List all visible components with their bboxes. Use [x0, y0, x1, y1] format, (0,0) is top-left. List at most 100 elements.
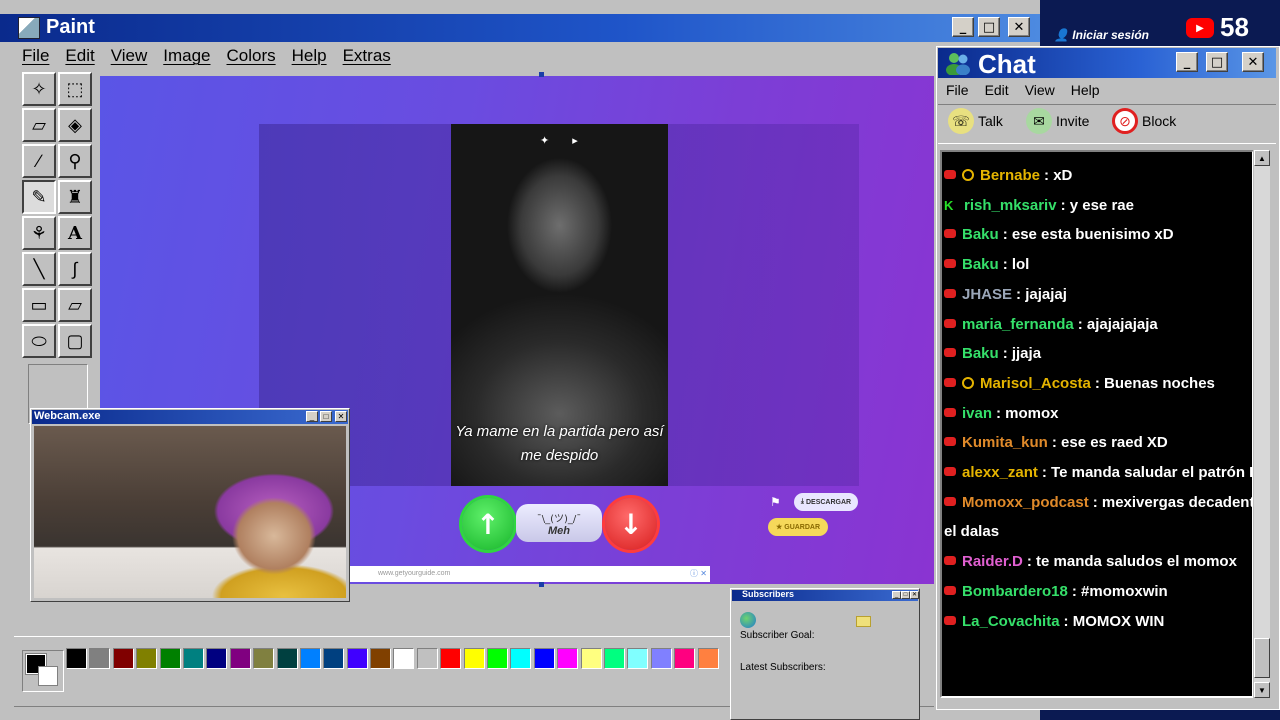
eraser-icon[interactable]: ▱: [22, 108, 56, 142]
scroll-up-icon[interactable]: ▲: [1254, 150, 1270, 166]
chat-username[interactable]: ivan: [962, 405, 992, 422]
subscribers-title-bar[interactable]: Subscribers: [732, 589, 918, 601]
color-swatch[interactable]: [346, 648, 368, 669]
chat-username[interactable]: Baku: [962, 345, 999, 362]
color-swatch[interactable]: [136, 648, 158, 669]
rect-select-icon[interactable]: ⬚: [58, 72, 92, 106]
talk-button[interactable]: ☏ Talk: [948, 108, 1003, 134]
subs-maximize-button[interactable]: □: [901, 591, 910, 599]
brush-icon[interactable]: ♜: [58, 180, 92, 214]
chat-username[interactable]: maria_fernanda: [962, 316, 1074, 333]
color-swatch[interactable]: [557, 648, 579, 669]
color-swatch[interactable]: [533, 648, 555, 669]
folder-icon[interactable]: [856, 616, 871, 627]
chat-username[interactable]: Bernabe: [980, 167, 1040, 184]
menu-extras[interactable]: Extras: [335, 46, 399, 66]
webcam-minimize-button[interactable]: _: [306, 411, 318, 422]
color-swatch[interactable]: [393, 648, 415, 669]
subs-close-button[interactable]: ✕: [910, 591, 919, 599]
color-swatch[interactable]: [463, 648, 485, 669]
color-swatch[interactable]: [650, 648, 672, 669]
scroll-down-icon[interactable]: ▼: [1254, 682, 1270, 698]
chat-minimize-button[interactable]: _: [1176, 52, 1198, 72]
paint-close-button[interactable]: ✕: [1008, 17, 1030, 37]
color-swatch[interactable]: [89, 648, 111, 669]
chat-username[interactable]: Momoxx_podcast: [962, 494, 1089, 511]
chat-username[interactable]: rish_mksariv: [964, 197, 1057, 214]
color-swatch[interactable]: [253, 648, 275, 669]
chat-maximize-button[interactable]: □: [1206, 52, 1228, 72]
chat-username[interactable]: Marisol_Acosta: [980, 375, 1091, 392]
menu-view[interactable]: View: [103, 46, 156, 66]
menu-help[interactable]: Help: [284, 46, 335, 66]
menu-edit[interactable]: Edit: [57, 46, 102, 66]
image-controls-icon[interactable]: ✦ ▸: [540, 134, 588, 147]
color-swatch[interactable]: [323, 648, 345, 669]
webcam-close-button[interactable]: ✕: [335, 411, 347, 422]
descargar-button[interactable]: ⤓ DESCARGAR: [794, 493, 858, 511]
invite-button[interactable]: ✉ Invite: [1026, 108, 1089, 134]
scroll-thumb[interactable]: [1254, 638, 1270, 678]
magnifier-icon[interactable]: ⚲: [58, 144, 92, 178]
color-swatch[interactable]: [674, 648, 696, 669]
chat-menu-file[interactable]: File: [938, 82, 977, 98]
color-swatch[interactable]: [299, 648, 321, 669]
webcam-title-bar[interactable]: Webcam.exe: [32, 410, 348, 424]
ellipse-icon[interactable]: ⬭: [22, 324, 56, 358]
subs-minimize-button[interactable]: _: [892, 591, 901, 599]
chat-username[interactable]: alexx_zant: [962, 464, 1038, 481]
chat-username[interactable]: Bombardero18: [962, 583, 1068, 600]
free-select-icon[interactable]: ✧: [22, 72, 56, 106]
text-icon[interactable]: A: [58, 216, 92, 250]
chat-menu-view[interactable]: View: [1017, 82, 1063, 98]
color-swatch[interactable]: [440, 648, 462, 669]
guardar-button[interactable]: ★ GUARDAR: [768, 518, 828, 536]
line-icon[interactable]: ╲: [22, 252, 56, 286]
chat-scrollbar[interactable]: ▲ ▼: [1253, 150, 1270, 698]
chat-username[interactable]: Baku: [962, 256, 999, 273]
chat-close-button[interactable]: ✕: [1242, 52, 1264, 72]
chat-username[interactable]: Baku: [962, 226, 999, 243]
color-swatch[interactable]: [112, 648, 134, 669]
paint-maximize-button[interactable]: □: [978, 17, 1000, 37]
picker-icon[interactable]: ∕: [22, 144, 56, 178]
color-swatch[interactable]: [580, 648, 602, 669]
flag-icon[interactable]: ⚑: [770, 495, 781, 509]
menu-file[interactable]: File: [14, 46, 57, 66]
color-swatch[interactable]: [182, 648, 204, 669]
color-swatch[interactable]: [416, 648, 438, 669]
pencil-icon[interactable]: ✎: [22, 180, 56, 214]
paint-minimize-button[interactable]: _: [952, 17, 974, 37]
meh-button[interactable]: ¯\_(ツ)_/¯ Meh: [516, 504, 602, 542]
menu-image[interactable]: Image: [155, 46, 218, 66]
color-swatch[interactable]: [159, 648, 181, 669]
paint-title-bar[interactable]: Paint: [0, 14, 1040, 42]
ad-close-icon[interactable]: ⓘ ✕: [690, 568, 707, 579]
color-swatch[interactable]: [370, 648, 392, 669]
chat-menu-edit[interactable]: Edit: [977, 82, 1017, 98]
menu-colors[interactable]: Colors: [219, 46, 284, 66]
ad-banner[interactable]: www.getyourguide.com: [346, 566, 710, 582]
curve-icon[interactable]: ∫: [58, 252, 92, 286]
color-swatch[interactable]: [66, 648, 87, 669]
color-swatch[interactable]: [697, 648, 719, 669]
canvas-resize-handle[interactable]: [539, 582, 544, 587]
chat-username[interactable]: La_Covachita: [962, 613, 1060, 630]
login-link[interactable]: 👤 Iniciar sesión: [1054, 28, 1149, 42]
background-color[interactable]: [38, 666, 58, 686]
rectangle-icon[interactable]: ▭: [22, 288, 56, 322]
upvote-button[interactable]: ↑: [462, 498, 514, 550]
webcam-maximize-button[interactable]: □: [320, 411, 332, 422]
color-swatch[interactable]: [276, 648, 298, 669]
rounded-rect-icon[interactable]: ▢: [58, 324, 92, 358]
fill-icon[interactable]: ◈: [58, 108, 92, 142]
color-swatch[interactable]: [229, 648, 251, 669]
chat-username[interactable]: JHASE: [962, 286, 1012, 303]
chat-log[interactable]: Bernabe: xD Krish_mksariv: y ese rae Baku:…: [940, 150, 1254, 698]
color-swatch[interactable]: [627, 648, 649, 669]
airbrush-icon[interactable]: ⚘: [22, 216, 56, 250]
block-button[interactable]: ⊘ Block: [1112, 108, 1176, 134]
downvote-button[interactable]: ↓: [605, 498, 657, 550]
color-swatch[interactable]: [487, 648, 509, 669]
color-swatch[interactable]: [206, 648, 228, 669]
